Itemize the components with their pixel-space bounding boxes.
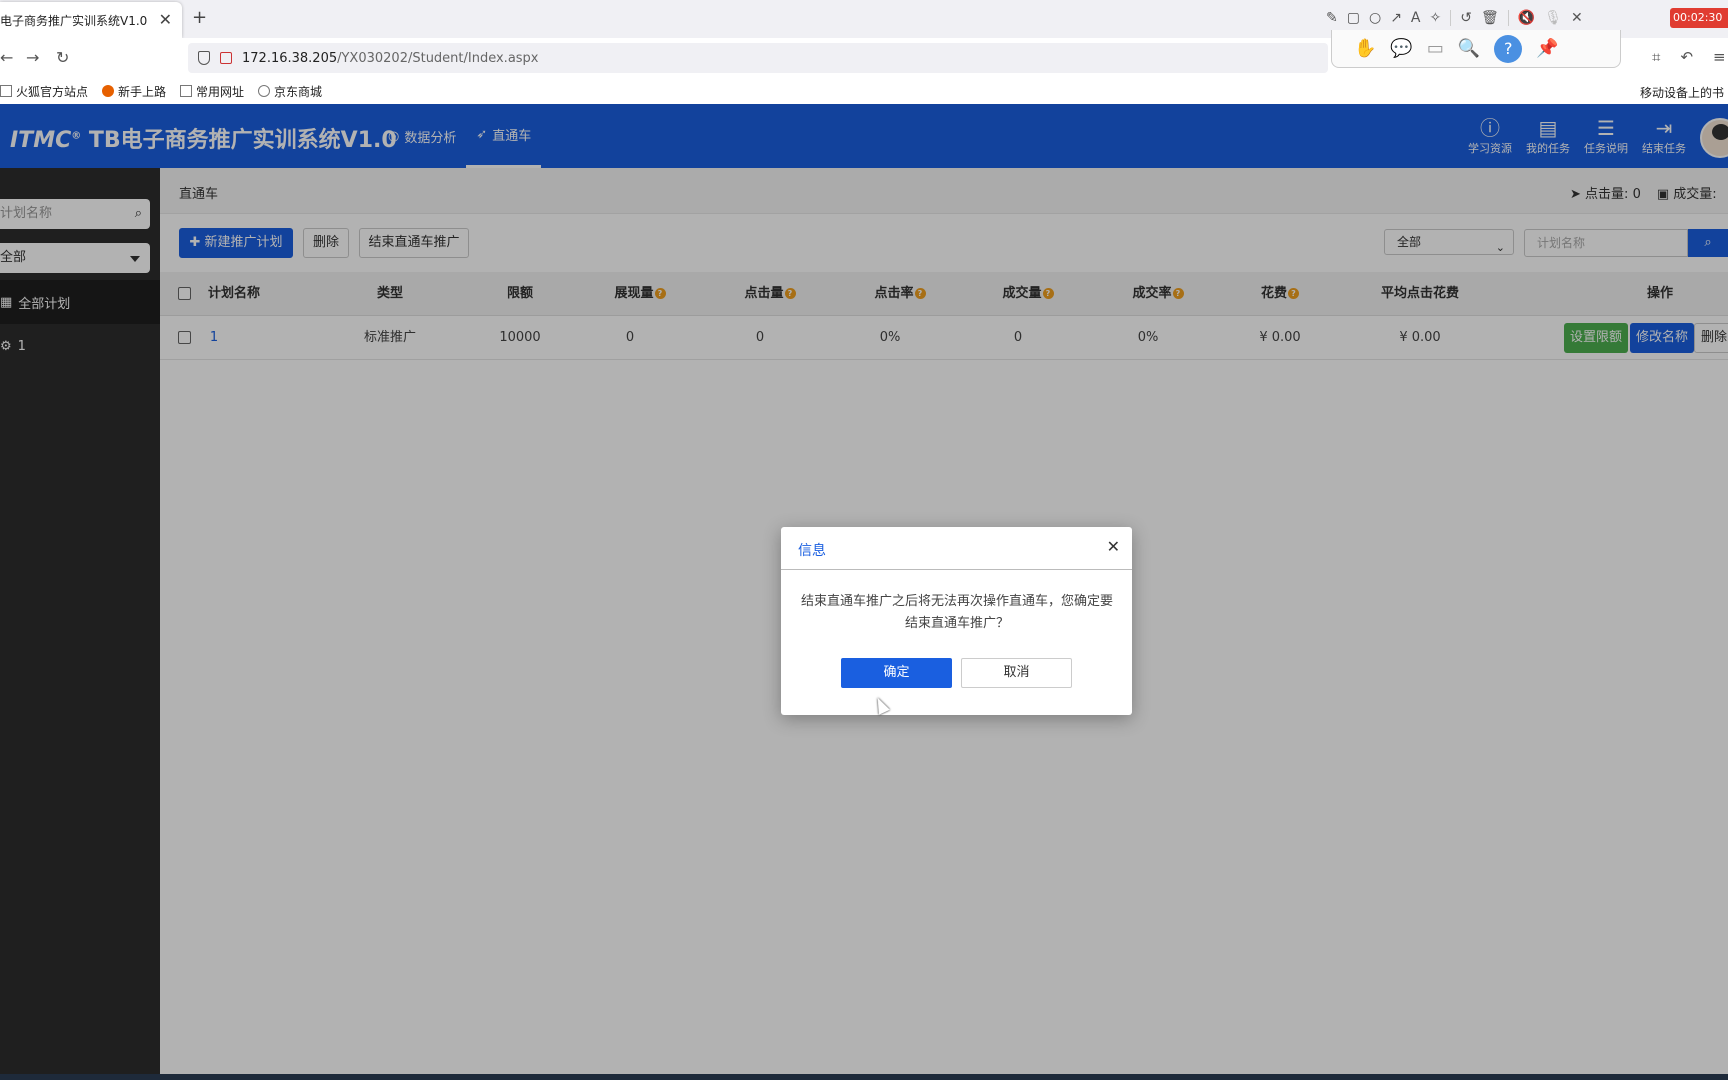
folder-icon: [0, 85, 12, 97]
dialog-header: 信息 ✕: [781, 527, 1132, 570]
confirm-dialog: 信息 ✕ 结束直通车推广之后将无法再次操作直通车，您确定要结束直通车推广？ 确定…: [781, 527, 1132, 715]
recording-timer: 00:02:30: [1670, 8, 1728, 28]
shield-icon: [198, 51, 210, 65]
globe-icon: [258, 85, 271, 97]
cancel-button[interactable]: 取消: [961, 658, 1072, 688]
tab-title: 电子商务推广实训系统V1.0: [0, 13, 148, 28]
pencil-icon[interactable]: ✎: [1326, 10, 1338, 26]
toolbar-divider: [1507, 10, 1509, 26]
annotation-dropdown: ✋ 💬 ▭ 🔍 ? 📌: [1331, 30, 1621, 68]
arrow-icon[interactable]: ↗: [1390, 10, 1402, 26]
undo-icon[interactable]: ↺: [1460, 10, 1472, 26]
forward-icon[interactable]: →: [26, 48, 39, 67]
close-icon[interactable]: ✕: [1571, 10, 1583, 26]
bookmark-item[interactable]: 新手上路: [102, 83, 166, 100]
mobile-bookmarks[interactable]: 移动设备上的书: [1640, 84, 1724, 101]
mute-icon[interactable]: 🔇: [1518, 10, 1535, 26]
url-text: 172.16.38.205/YX030202/Student/Index.asp…: [242, 50, 539, 66]
comment-icon[interactable]: 💬: [1390, 38, 1412, 59]
insecure-lock-icon: [220, 52, 232, 64]
new-tab-button[interactable]: +: [192, 7, 207, 28]
folder-icon: [180, 85, 193, 97]
reload-icon[interactable]: ↻: [56, 48, 69, 67]
crop-icon[interactable]: ⌗: [1652, 48, 1660, 66]
bookmark-item[interactable]: 京东商城: [258, 83, 322, 100]
dialog-message: 结束直通车推广之后将无法再次操作直通车，您确定要结束直通车推广？: [800, 594, 1113, 631]
back-icon[interactable]: ←: [0, 48, 13, 67]
toolbar-divider: [1450, 10, 1452, 26]
rectangle-icon[interactable]: ▢: [1347, 10, 1360, 26]
os-taskbar: [0, 1074, 1728, 1080]
bookmarks-bar: 火狐官方站点 新手上路 常用网址 京东商城 移动设备上的书: [0, 78, 1728, 104]
trash-icon[interactable]: 🗑: [1481, 10, 1499, 26]
bookmark-item[interactable]: 火狐官方站点: [0, 83, 88, 100]
dialog-title: 信息: [798, 543, 826, 559]
firefox-icon: [102, 85, 115, 97]
tab-close-icon[interactable]: ✕: [159, 10, 172, 29]
browser-right-tools: ⌗ ↶ ≡: [1652, 48, 1726, 66]
zoom-icon[interactable]: 🔍: [1458, 38, 1480, 59]
close-icon[interactable]: ✕: [1107, 537, 1120, 556]
menu-icon[interactable]: ≡: [1713, 48, 1726, 66]
mic-off-icon[interactable]: 🎙: [1544, 10, 1562, 26]
bookmark-item[interactable]: 常用网址: [180, 83, 244, 100]
undo-icon[interactable]: ↶: [1680, 48, 1693, 66]
screen-icon[interactable]: ▭: [1427, 38, 1444, 59]
hand-icon[interactable]: ✋: [1354, 38, 1376, 59]
magic-wand-icon[interactable]: ✧: [1430, 10, 1442, 26]
circle-icon[interactable]: ○: [1369, 10, 1381, 26]
text-icon[interactable]: A: [1411, 10, 1421, 26]
help-icon[interactable]: ?: [1494, 34, 1523, 63]
pin-icon[interactable]: 📌: [1536, 38, 1558, 59]
annotation-toolbar: ✎ ▢ ○ ↗ A ✧ ↺ 🗑 🔇 🎙 ✕: [1326, 4, 1626, 32]
confirm-button[interactable]: 确定: [841, 658, 952, 688]
url-field[interactable]: 172.16.38.205/YX030202/Student/Index.asp…: [188, 43, 1328, 73]
browser-tab[interactable]: 电子商务推广实训系统V1.0 ✕: [0, 2, 182, 38]
